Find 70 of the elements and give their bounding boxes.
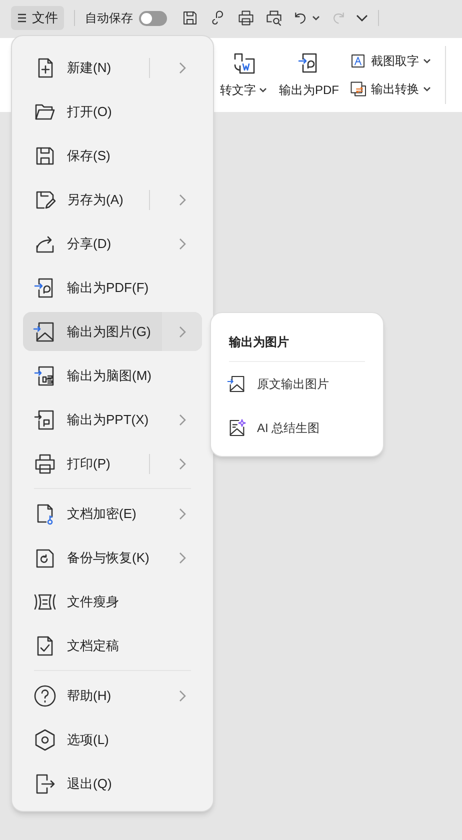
- chevron-right-icon: [178, 326, 186, 338]
- menu-item-label: 输出为PPT(X): [67, 410, 150, 429]
- menu-item[interactable]: 新建(N): [23, 48, 202, 87]
- text-select-icon: [349, 52, 367, 70]
- help-icon: [33, 684, 57, 708]
- caret-icon: [423, 58, 431, 64]
- ai-image-icon: [227, 418, 247, 438]
- chevron-right-icon: [178, 414, 186, 426]
- menu-item[interactable]: 打印(P): [23, 444, 202, 483]
- menu-item-label: 打印(P): [67, 454, 112, 473]
- menu-item[interactable]: 输出为脑图(M): [23, 356, 202, 395]
- menu-item[interactable]: 帮助(H): [23, 676, 202, 715]
- menu-item[interactable]: 备份与恢复(K): [23, 538, 202, 577]
- print-preview-icon[interactable]: [265, 9, 283, 27]
- ribbon-button[interactable]: 截图取字: [349, 52, 431, 70]
- menu-item-label: 另存为(A): [67, 190, 124, 209]
- menu-item-label: 输出为PDF(F): [67, 278, 150, 297]
- file-menu-button[interactable]: 文件: [11, 6, 64, 30]
- chevron-right-icon: [178, 508, 186, 520]
- convert-icon: [349, 80, 367, 98]
- save-icon: [181, 9, 199, 27]
- menu-item-label: 帮助(H): [67, 686, 112, 705]
- chevron-right-icon: [178, 62, 186, 74]
- menu-item-label: 保存(S): [67, 146, 112, 165]
- submenu-title: 输出为图片: [229, 333, 365, 362]
- chevron-right-icon: [178, 690, 186, 702]
- menu-item-label: 选项(L): [67, 730, 110, 749]
- menu-item-label: 文件瘦身: [67, 592, 120, 611]
- menu-item[interactable]: 选项(L): [23, 720, 202, 759]
- menu-item-label: 新建(N): [67, 58, 112, 77]
- menu-item[interactable]: 输出为PDF(F): [23, 268, 202, 307]
- menu-item[interactable]: 输出为PPT(X): [23, 400, 202, 439]
- autosave-label: 自动保存: [85, 10, 133, 27]
- menu-item[interactable]: 打开(O): [23, 92, 202, 131]
- caret-icon: [423, 86, 431, 92]
- menu-item[interactable]: 文件瘦身: [23, 582, 202, 621]
- submenu-item[interactable]: 原文输出图片: [227, 362, 367, 406]
- caret-icon: [259, 87, 267, 93]
- menu-item-label: 退出(Q): [67, 774, 113, 793]
- menu-item[interactable]: 文档定稿: [23, 626, 202, 665]
- chevron-right-icon: [178, 552, 186, 564]
- caret-icon: [312, 15, 320, 21]
- menu-icon: [17, 13, 27, 23]
- printer-icon: [237, 9, 255, 27]
- chevron-right-icon: [178, 194, 186, 206]
- menu-item[interactable]: 退出(Q): [23, 764, 202, 803]
- submenu-item[interactable]: AI 总结生图: [227, 406, 367, 450]
- menu-item-label: 输出为脑图(M): [67, 366, 152, 385]
- printer-icon: [33, 452, 57, 476]
- menu-item[interactable]: 另存为(A): [23, 180, 202, 219]
- menu-item-label: 备份与恢复(K): [67, 548, 150, 567]
- menu-item[interactable]: 保存(S): [23, 136, 202, 175]
- menu-item-label: 打开(O): [67, 102, 113, 121]
- chevron-down-icon[interactable]: [356, 14, 368, 22]
- ribbon-button[interactable]: 输出为PDF: [273, 51, 345, 99]
- menu-item-label: 输出为图片(G): [67, 322, 152, 341]
- ribbon-button[interactable]: 输出转换: [349, 80, 431, 98]
- chevron-right-icon: [178, 458, 186, 470]
- menu-item-label: 分享(D): [67, 234, 112, 253]
- menu-item[interactable]: 文档加密(E): [23, 494, 202, 533]
- autosave-toggle[interactable]: [139, 10, 167, 26]
- ribbon-button[interactable]: 转文字: [214, 51, 273, 99]
- menu-item-label: 文档定稿: [67, 636, 120, 655]
- hexagon-icon: [33, 728, 57, 752]
- chevron-right-icon: [178, 238, 186, 250]
- menu-item[interactable]: 输出为图片(G): [23, 312, 202, 351]
- menu-item[interactable]: 分享(D): [23, 224, 202, 263]
- export-image-icon: [227, 374, 247, 394]
- menu-item-label: 文档加密(E): [67, 504, 138, 523]
- image-to-text-icon: [232, 51, 256, 75]
